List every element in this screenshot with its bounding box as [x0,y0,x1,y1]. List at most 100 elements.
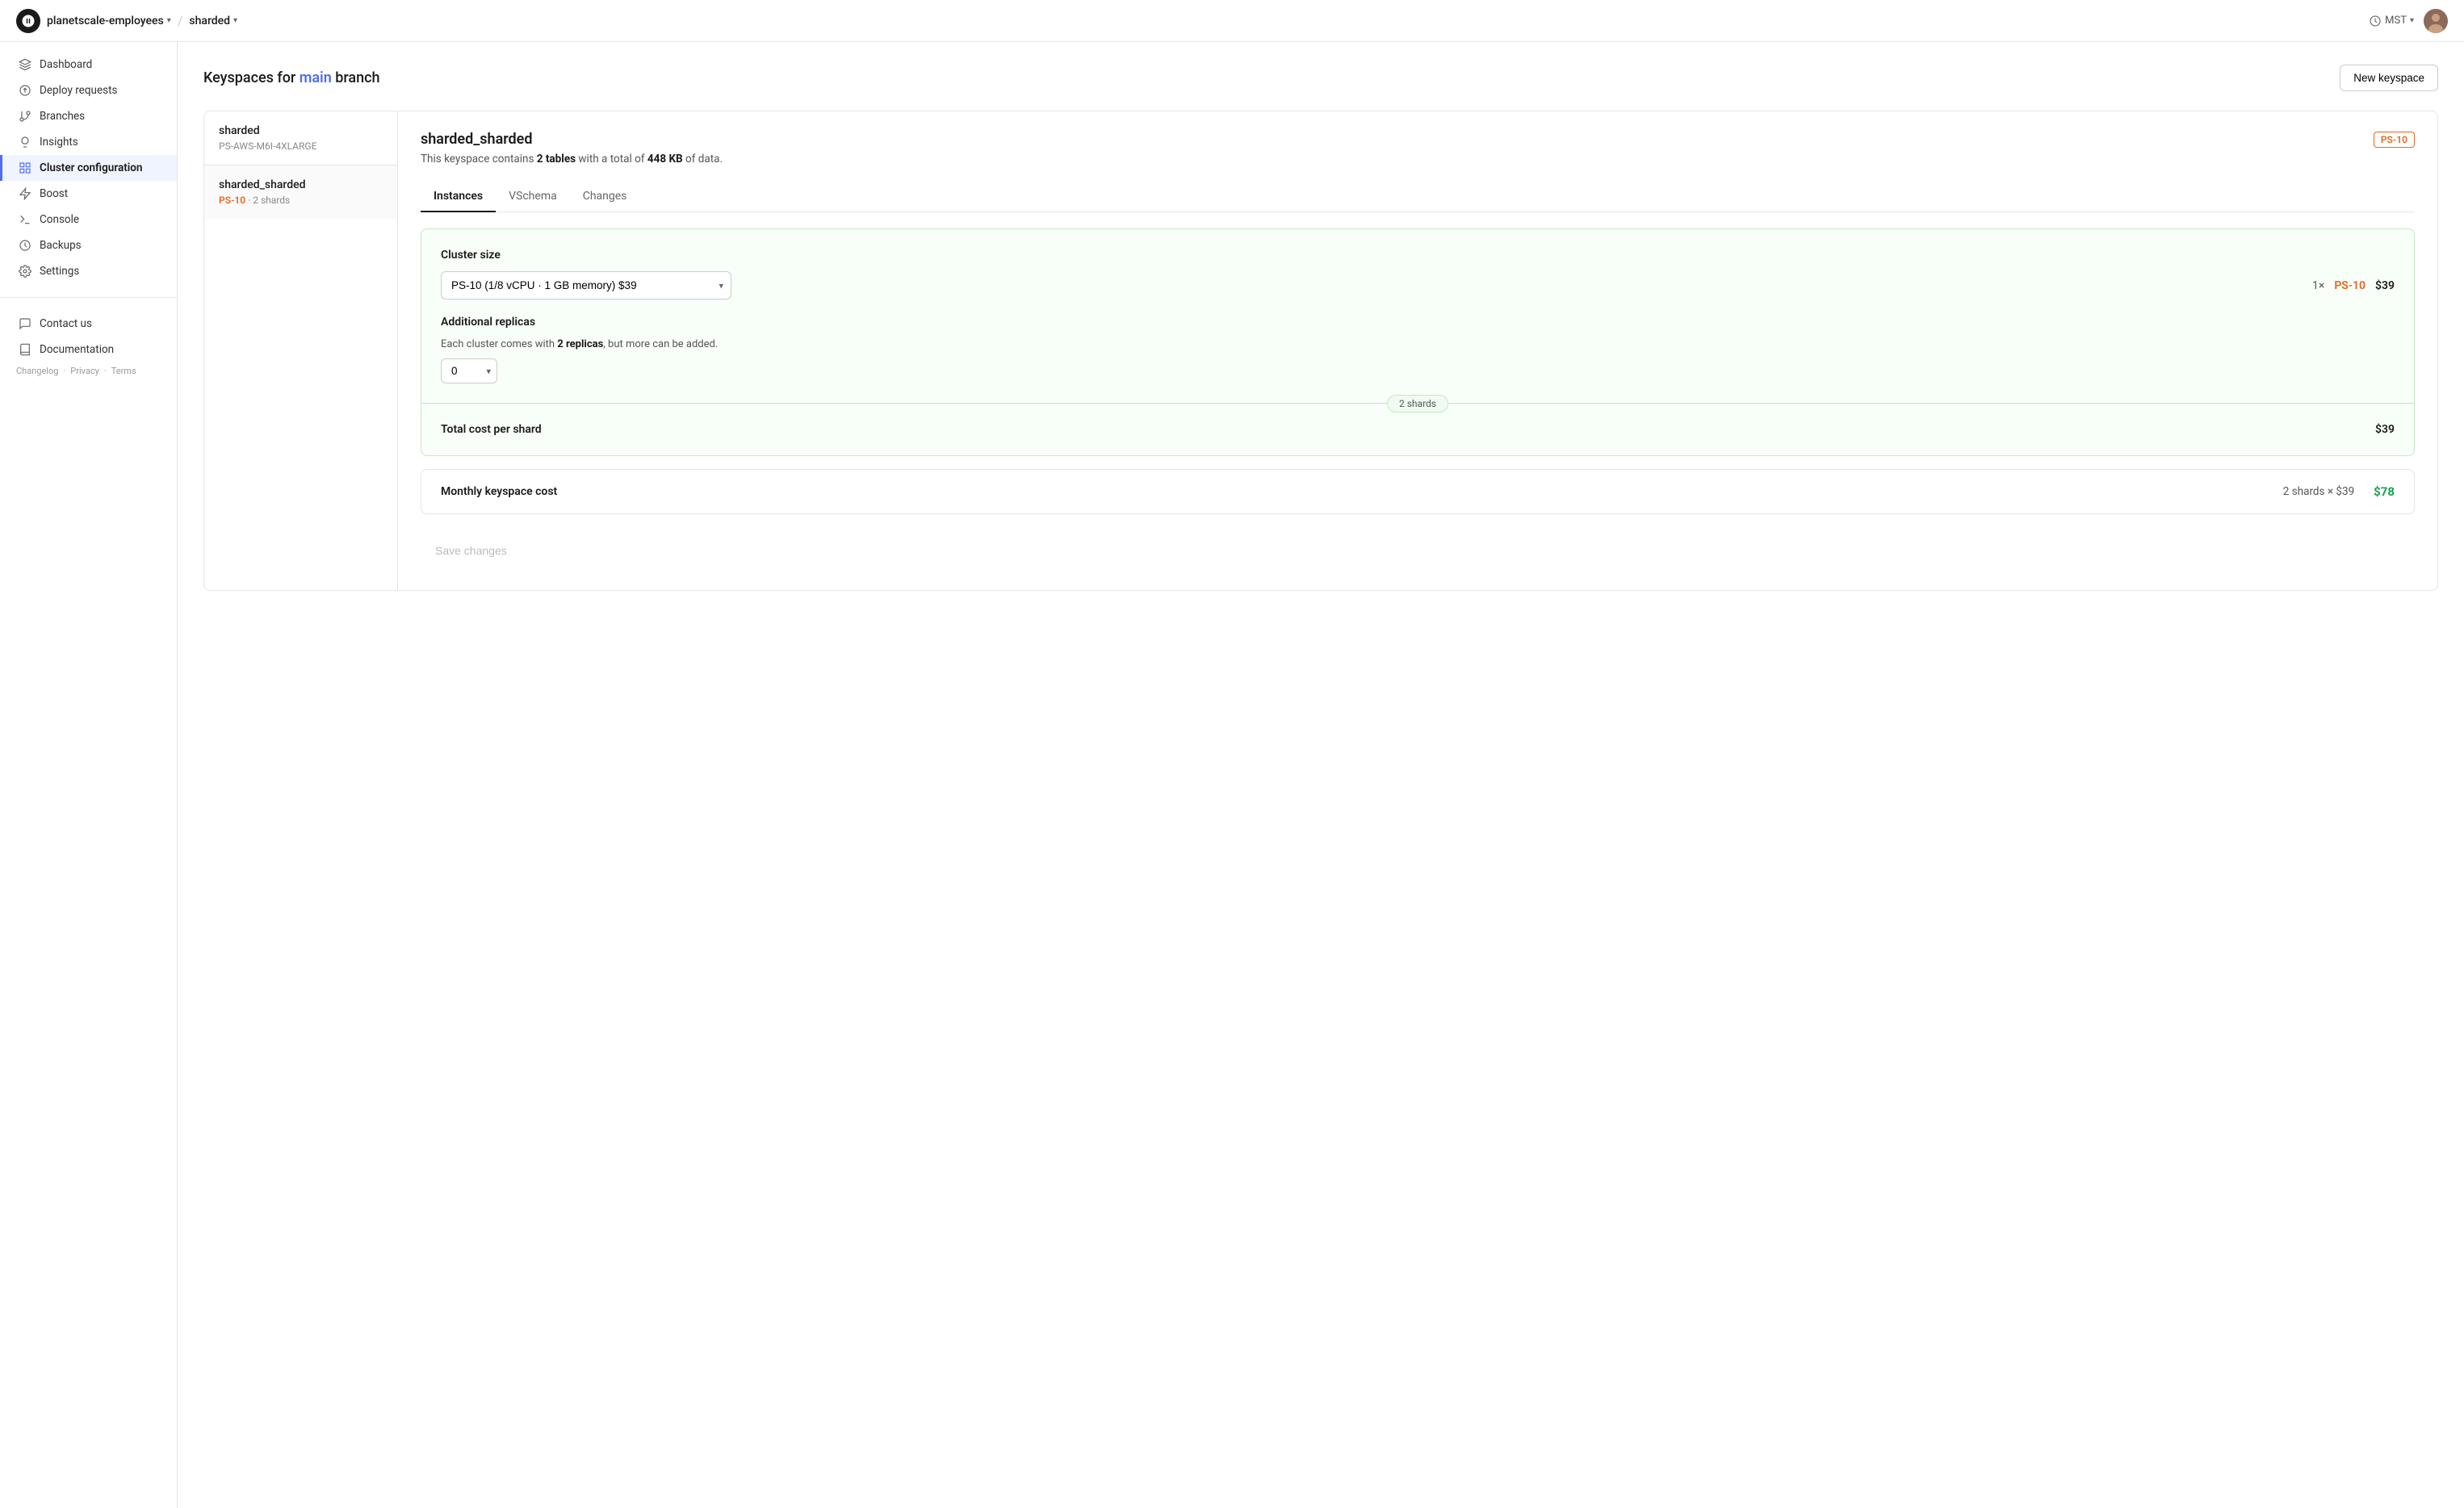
monthly-right: 2 shards × $39 $78 [2283,484,2395,499]
sidebar-item-dashboard[interactable]: Dashboard [0,52,177,77]
tab-vschema[interactable]: VSchema [496,182,570,212]
org-chevron-icon: ▾ [167,16,171,25]
topnav-right: MST ▾ [2369,9,2448,33]
keyspace-detail-header: sharded_sharded PS-10 [421,131,2415,148]
keyspace-list: sharded PS-AWS-M6I-4XLARGE sharded_shard… [204,111,398,590]
monthly-cost-card: Monthly keyspace cost 2 shards × $39 $78 [421,469,2415,514]
ps-badge-list: PS-10 [219,195,245,206]
cluster-size-select[interactable]: PS-10 (1/8 vCPU · 1 GB memory) $39 [441,271,731,300]
page-header: Keyspaces for main branch New keyspace [203,65,2438,91]
git-branch-icon [19,110,31,123]
cluster-config-card: Cluster size PS-10 (1/8 vCPU · 1 GB memo… [421,228,2415,456]
sidebar-item-cluster-label: Cluster configuration [40,161,142,174]
upload-icon [19,84,31,97]
keyspace-item-sharded-sharded[interactable]: sharded_sharded PS-10 · 2 shards [204,165,397,219]
terminal-icon [19,213,31,226]
cluster-size-select-wrap: PS-10 (1/8 vCPU · 1 GB memory) $39 ▾ [441,271,731,300]
cluster-multiplier: 1× [2312,279,2324,292]
sidebar-item-branches[interactable]: Branches [0,103,177,129]
keyspace-sub-sharded: PS-AWS-M6I-4XLARGE [219,140,383,152]
monthly-total: $78 [2374,484,2395,499]
user-avatar[interactable] [2424,9,2448,33]
tabs: Instances VSchema Changes [421,182,2415,212]
sidebar-item-documentation[interactable]: Documentation [0,337,177,362]
total-label: Total cost per shard [441,423,542,436]
sidebar-item-dashboard-label: Dashboard [40,58,92,71]
footer-sep-1: · [63,366,65,376]
lightbulb-icon [19,136,31,149]
sidebar-item-deploy-requests[interactable]: Deploy requests [0,77,177,103]
replicas-section: Additional replicas Each cluster comes w… [441,316,2395,383]
page-title: Keyspaces for main branch [203,69,380,86]
sidebar-item-settings-label: Settings [40,265,79,278]
shards-divider-label: 2 shards [1387,395,1448,413]
keyspace-detail-desc: This keyspace contains 2 tables with a t… [421,153,2415,165]
message-icon [19,317,31,330]
cluster-price: $39 [2375,279,2395,292]
keyspace-name-sharded-sharded: sharded_sharded [219,178,383,191]
timezone-display[interactable]: MST ▾ [2369,15,2414,27]
sidebar: Dashboard Deploy requests Branches Insig… [0,42,178,1508]
shards-divider: 2 shards [421,403,2414,404]
sidebar-item-deploy-label: Deploy requests [40,84,117,97]
cluster-size-title: Cluster size [441,249,2395,262]
sidebar-item-settings[interactable]: Settings [0,258,177,284]
sidebar-bottom: Contact us Documentation Changelog · Pri… [0,297,177,379]
sidebar-item-branches-label: Branches [40,110,85,123]
save-changes-button[interactable]: Save changes [421,537,522,564]
content-area: sharded PS-AWS-M6I-4XLARGE sharded_shard… [203,111,2438,591]
sidebar-item-boost[interactable]: Boost [0,181,177,207]
sidebar-item-backups-label: Backups [40,239,82,252]
clock-icon [2369,15,2382,27]
timezone-chevron-icon: ▾ [2410,16,2414,25]
sidebar-item-insights-label: Insights [40,136,78,149]
sidebar-item-cluster-configuration[interactable]: Cluster configuration [0,155,177,181]
ps-tag-badge: PS-10 [2374,132,2415,148]
replicas-select-wrap: 0 ▾ [441,358,497,383]
layers-icon [19,58,31,71]
sidebar-nav: Dashboard Deploy requests Branches Insig… [0,52,177,284]
keyspace-shards-info: PS-10 · 2 shards [219,195,383,206]
cluster-size-info: 1× PS-10 $39 [2312,279,2395,292]
sidebar-item-contact-label: Contact us [40,317,92,330]
new-keyspace-button[interactable]: New keyspace [2340,65,2438,91]
tab-changes[interactable]: Changes [570,182,640,212]
zap-icon [19,187,31,200]
app-logo [16,9,40,33]
changelog-link[interactable]: Changelog [16,366,58,376]
main-content: Keyspaces for main branch New keyspace s… [178,42,2464,1508]
sidebar-item-console-label: Console [40,213,79,226]
clock-icon [19,239,31,252]
nav-separator: / [178,13,183,28]
sidebar-footer: Changelog · Privacy · Terms [0,362,177,379]
sidebar-item-docs-label: Documentation [40,343,114,356]
monthly-label: Monthly keyspace cost [441,485,557,498]
privacy-link[interactable]: Privacy [70,366,99,376]
db-chevron-icon: ▾ [233,16,237,25]
tab-instances[interactable]: Instances [421,182,496,212]
top-nav: planetscale-employees ▾ / sharded ▾ MST … [0,0,2464,42]
sidebar-item-insights[interactable]: Insights [0,129,177,155]
footer-sep-2: · [104,366,107,376]
keyspace-detail: sharded_sharded PS-10 This keyspace cont… [398,111,2437,590]
org-selector[interactable]: planetscale-employees ▾ [47,15,171,27]
keyspace-name-sharded: sharded [219,124,383,137]
settings-icon [19,265,31,278]
replicas-desc: Each cluster comes with 2 replicas, but … [441,338,2395,350]
terms-link[interactable]: Terms [111,366,136,376]
sidebar-item-console[interactable]: Console [0,207,177,232]
replicas-select[interactable]: 0 [441,358,497,383]
keyspace-item-sharded[interactable]: sharded PS-AWS-M6I-4XLARGE [204,111,397,165]
total-price: $39 [2375,423,2395,436]
replicas-title: Additional replicas [441,316,2395,329]
keyspace-detail-name: sharded_sharded [421,131,533,148]
sidebar-item-contact-us[interactable]: Contact us [0,311,177,337]
save-area: Save changes [421,530,2415,571]
book-icon [19,343,31,356]
sidebar-item-boost-label: Boost [40,187,68,200]
cluster-ps-name: PS-10 [2334,279,2366,292]
db-selector[interactable]: sharded ▾ [189,15,237,27]
monthly-calc: 2 shards × $39 [2283,485,2354,498]
cluster-size-row: PS-10 (1/8 vCPU · 1 GB memory) $39 ▾ 1× … [441,271,2395,300]
sidebar-item-backups[interactable]: Backups [0,232,177,258]
